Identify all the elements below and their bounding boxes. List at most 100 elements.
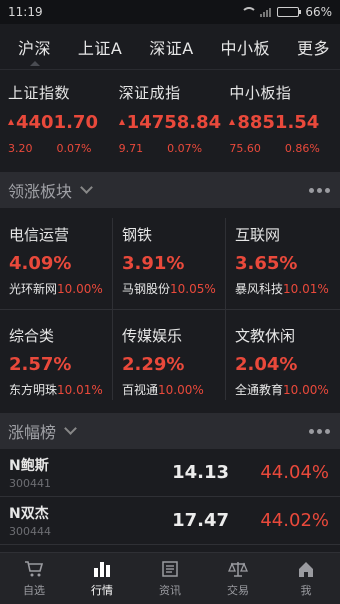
sector-name: 综合类 (9, 327, 55, 345)
sector-pct: 2.57% (9, 354, 72, 375)
leader-pct: 10.01% (57, 383, 103, 397)
tab-more[interactable]: 更多 (297, 24, 330, 70)
index-value-text: 8851.54 (237, 112, 320, 133)
sector-name: 传媒娱乐 (122, 327, 183, 345)
index-summary: 上证指数 4401.70 3.20 0.07% 深证成指 14758.84 9.7… (0, 70, 340, 170)
index-card-shanghai[interactable]: 上证指数 4401.70 3.20 0.07% (8, 70, 119, 170)
leader-name: 全通教育 (235, 383, 284, 397)
tab-label: 更多 (296, 38, 330, 58)
nav-news[interactable]: 资讯 (136, 553, 204, 604)
leader-pct: 10.00% (57, 282, 103, 296)
tab-shenzhen-a[interactable]: 深证A (149, 24, 193, 70)
tab-label: 深证A (149, 38, 194, 58)
sector-leader: 暴风科技10.01% (235, 280, 339, 297)
index-name: 上证指数 (8, 84, 71, 102)
stock-change-pct: 44.02% (260, 510, 329, 531)
leader-name: 马钢股份 (122, 282, 171, 296)
index-name: 深证成指 (118, 84, 181, 102)
stock-name: N双杰 (9, 506, 49, 522)
tab-sme-board[interactable]: 中小板 (221, 24, 271, 70)
leader-pct: 10.05% (170, 282, 216, 296)
tab-label: 中小板 (220, 38, 271, 58)
up-arrow-icon (229, 118, 236, 125)
index-value-text: 4401.70 (16, 112, 98, 133)
tab-shanghai-a[interactable]: 上证A (78, 24, 122, 70)
nav-label: 交易 (227, 583, 249, 597)
tab-hushen[interactable]: 沪深 (18, 24, 51, 70)
leader-pct: 10.01% (283, 282, 329, 296)
sector-name: 电信运营 (9, 226, 70, 244)
index-change: 75.60 0.86% (229, 142, 340, 155)
sector-leader: 全通教育10.00% (235, 381, 339, 398)
leader-name: 百视通 (122, 383, 159, 397)
section-header-leading-sectors: 领涨板块 (0, 172, 340, 208)
section-title-toggle[interactable]: 涨幅榜 (8, 419, 77, 443)
stock-row[interactable]: N鲍斯 300441 14.13 44.04% (0, 449, 340, 497)
tab-label: 沪深 (18, 38, 52, 58)
leader-pct: 10.00% (158, 383, 204, 397)
nav-label: 行情 (91, 583, 113, 597)
sector-pct: 2.29% (122, 354, 185, 375)
stock-identity: N双杰 300444 (9, 503, 119, 538)
signal-icon (260, 7, 272, 17)
sector-leader: 百视通10.00% (122, 381, 226, 398)
index-change-pct: 0.07% (56, 142, 92, 155)
home-icon (297, 560, 315, 578)
stock-price: 17.47 (172, 510, 229, 531)
market-tabs: 沪深 上证A 深证A 中小板 更多 (0, 24, 340, 70)
index-change: 9.71 0.07% (119, 142, 230, 155)
nav-label: 我 (300, 583, 312, 597)
index-card-sme[interactable]: 中小板指 8851.54 75.60 0.86% (229, 70, 340, 170)
battery-percent: 66% (305, 5, 332, 19)
nav-label: 资讯 (159, 583, 181, 597)
status-bar: 11:19 66% (0, 0, 340, 24)
sector-card[interactable]: 互联网 3.65% 暴风科技10.01% (226, 208, 339, 309)
section-title-toggle[interactable]: 领涨板块 (8, 178, 93, 202)
index-change-pct: 0.86% (284, 142, 320, 155)
stock-code: 300441 (9, 477, 51, 490)
sector-card[interactable]: 综合类 2.57% 东方明珠10.01% (0, 309, 113, 410)
up-arrow-icon (118, 118, 125, 125)
more-options-icon[interactable] (309, 428, 330, 434)
nav-label: 自选 (23, 583, 45, 597)
sector-card[interactable]: 文教休闲 2.04% 全通教育10.00% (226, 309, 339, 410)
battery-icon (277, 7, 302, 17)
scale-icon (228, 560, 248, 578)
leader-name: 东方明珠 (9, 383, 58, 397)
cart-icon (24, 560, 44, 578)
nav-trade[interactable]: 交易 (204, 553, 272, 604)
nav-market[interactable]: 行情 (68, 553, 136, 604)
stock-code: 300444 (9, 525, 51, 538)
grid-divider (0, 309, 340, 310)
nav-watchlist[interactable]: 自选 (0, 553, 68, 604)
leader-name: 光环新网 (9, 282, 58, 296)
sector-pct: 2.04% (235, 354, 298, 375)
bottom-nav: 自选 行情 资讯 交易 我 (0, 552, 340, 604)
index-change-value: 3.20 (8, 142, 33, 155)
nav-me[interactable]: 我 (272, 553, 340, 604)
sector-leader: 马钢股份10.05% (122, 280, 226, 297)
more-options-icon[interactable] (309, 187, 330, 193)
index-change-pct: 0.07% (167, 142, 203, 155)
sector-leader: 光环新网10.00% (9, 280, 113, 297)
index-change-value: 9.71 (118, 142, 144, 155)
sector-name: 文教休闲 (235, 327, 296, 345)
sector-grid: 电信运营 4.09% 光环新网10.00% 钢铁 3.91% 马钢股份10.05… (0, 208, 340, 410)
sector-pct: 4.09% (9, 253, 72, 274)
status-time: 11:19 (8, 5, 43, 19)
stock-row[interactable]: N双杰 300444 17.47 44.02% (0, 497, 340, 545)
sector-card[interactable]: 电信运营 4.09% 光环新网10.00% (0, 208, 113, 309)
index-value: 14758.84 (118, 112, 230, 133)
sector-name: 互联网 (235, 226, 281, 244)
stock-name: N鲍斯 (9, 458, 49, 474)
wifi-icon (240, 7, 258, 17)
sector-card[interactable]: 钢铁 3.91% 马钢股份10.05% (113, 208, 226, 309)
sector-leader: 东方明珠10.01% (9, 381, 113, 398)
stock-change-pct: 44.04% (260, 462, 329, 483)
section-header-top-gainers: 涨幅榜 (0, 413, 340, 449)
bar-chart-icon (93, 560, 111, 578)
index-card-shenzhen[interactable]: 深证成指 14758.84 9.71 0.07% (118, 70, 230, 170)
up-arrow-icon (8, 118, 14, 125)
sector-card[interactable]: 传媒娱乐 2.29% 百视通10.00% (113, 309, 226, 410)
index-change: 3.20 0.07% (8, 142, 119, 155)
